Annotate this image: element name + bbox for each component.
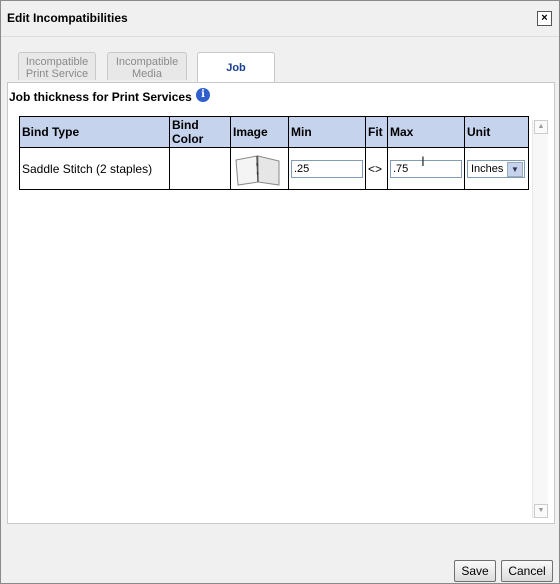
tab-incompatible-print-service[interactable]: Incompatible Print Service (18, 52, 96, 80)
edit-incompatibilities-dialog: Edit Incompatibilities × Incompatible Pr… (0, 0, 560, 584)
panel-heading: Job thickness for Print Services (9, 90, 192, 104)
header-unit: Unit (464, 116, 529, 148)
vertical-scrollbar[interactable]: ▲ ▼ (532, 120, 548, 518)
scroll-up-icon[interactable]: ▲ (534, 120, 548, 134)
max-cell (387, 147, 465, 190)
header-bind-type: Bind Type (19, 116, 170, 148)
header-bind-color: Bind Color (169, 116, 231, 148)
table-row: Saddle Stitch (2 staples) .25 <> .75 Inc… (19, 147, 529, 190)
bind-type-cell: Saddle Stitch (2 staples) (19, 147, 170, 190)
save-button[interactable]: Save (454, 560, 496, 582)
chevron-down-icon[interactable]: ▼ (507, 161, 523, 177)
info-icon[interactable]: i (196, 88, 210, 102)
header-max: Max (387, 116, 465, 148)
unit-select[interactable]: Inches ▼ (467, 159, 525, 178)
close-icon[interactable]: × (537, 11, 552, 26)
bind-color-cell (169, 147, 231, 190)
header-min: Min (288, 116, 366, 148)
thickness-table: Bind Type Bind Color Image Min Fit Max U… (19, 116, 529, 190)
cancel-button[interactable]: Cancel (501, 560, 553, 582)
min-cell (288, 147, 366, 190)
max-input[interactable] (390, 159, 462, 178)
tab-label-line1: Incompatible (25, 56, 89, 68)
tab-incompatible-media[interactable]: Incompatible Media (107, 52, 187, 80)
image-cell (230, 147, 289, 190)
saddle-stitch-book-icon (235, 154, 280, 186)
title-bar: Edit Incompatibilities × (1, 1, 559, 37)
job-thickness-panel: Job thickness for Print Services i Bind … (7, 82, 555, 524)
text-cursor-icon: I (421, 153, 425, 169)
fit-cell: <> (365, 147, 388, 190)
scroll-down-icon[interactable]: ▼ (534, 504, 548, 518)
tab-label-line2: Media (132, 68, 162, 80)
min-input[interactable] (291, 159, 363, 178)
unit-select-value: Inches (471, 162, 504, 175)
tab-label-line2: Print Service (25, 68, 89, 80)
dialog-title: Edit Incompatibilities (7, 11, 128, 25)
tab-label-line1: Incompatible (115, 56, 179, 68)
header-fit: Fit (365, 116, 388, 148)
tab-job-thickness[interactable]: Job Thickness (197, 52, 275, 104)
table-header-row: Bind Type Bind Color Image Min Fit Max U… (19, 116, 529, 148)
unit-cell: Inches ▼ (464, 147, 529, 190)
header-image: Image (230, 116, 289, 148)
